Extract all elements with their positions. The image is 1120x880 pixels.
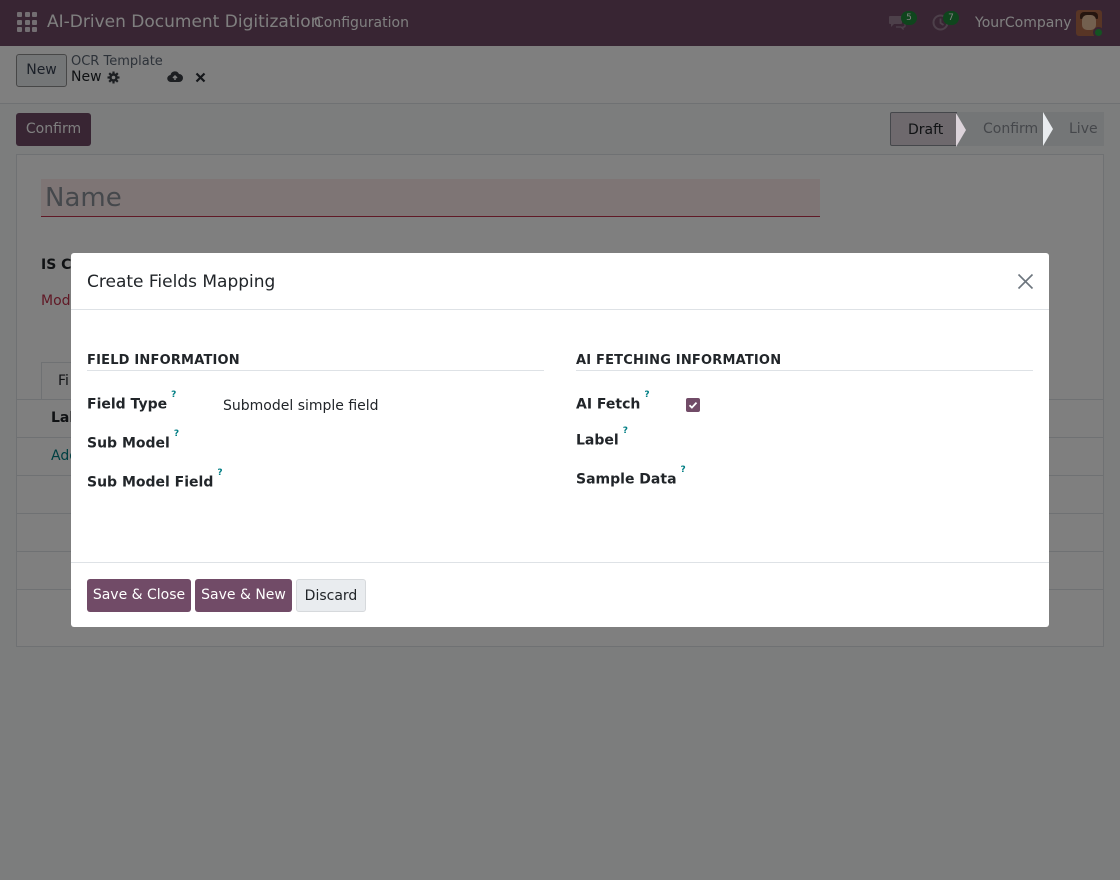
sample-data-label: Sample Data?	[576, 465, 686, 488]
help-tooltip-icon[interactable]: ?	[681, 465, 686, 475]
label-field-label: Label?	[576, 426, 628, 449]
ai-fetch-label: AI Fetch?	[576, 390, 650, 413]
sub-model-field-label: Sub Model Field?	[87, 468, 223, 491]
help-tooltip-icon[interactable]: ?	[644, 390, 649, 400]
section-divider	[576, 370, 1033, 371]
sub-model-field-select[interactable]	[223, 476, 543, 496]
help-tooltip-icon[interactable]: ?	[623, 426, 628, 436]
section-title-field-information: FIELD INFORMATION	[87, 353, 240, 368]
help-tooltip-icon[interactable]: ?	[217, 468, 222, 478]
label-input[interactable]	[686, 434, 1031, 454]
sub-model-label: Sub Model?	[87, 429, 180, 452]
save-new-button[interactable]: Save & New	[195, 579, 292, 612]
field-type-label: Field Type?	[87, 390, 177, 413]
modal-footer: Save & Close Save & New Discard	[71, 562, 1049, 627]
modal-title: Create Fields Mapping	[87, 272, 276, 292]
save-close-button[interactable]: Save & Close	[87, 579, 191, 612]
ai-fetch-checkbox[interactable]	[686, 398, 700, 412]
modal-header: Create Fields Mapping	[71, 253, 1049, 310]
section-title-ai-fetching-information: AI FETCHING INFORMATION	[576, 353, 782, 368]
stage-chevron	[1043, 112, 1053, 146]
help-tooltip-icon[interactable]: ?	[174, 429, 179, 439]
stage-chevron	[956, 113, 966, 147]
close-icon[interactable]	[1017, 273, 1034, 290]
discard-button[interactable]: Discard	[296, 579, 366, 612]
sub-model-field-input[interactable]	[223, 437, 543, 457]
help-tooltip-icon[interactable]: ?	[171, 390, 176, 400]
create-fields-mapping-dialog: Create Fields Mapping FIELD INFORMATION …	[71, 253, 1049, 627]
checkmark-icon	[688, 401, 698, 409]
sample-data-input[interactable]	[686, 473, 1031, 493]
field-type-value[interactable]: Submodel simple field	[223, 398, 379, 414]
section-divider	[87, 370, 544, 371]
